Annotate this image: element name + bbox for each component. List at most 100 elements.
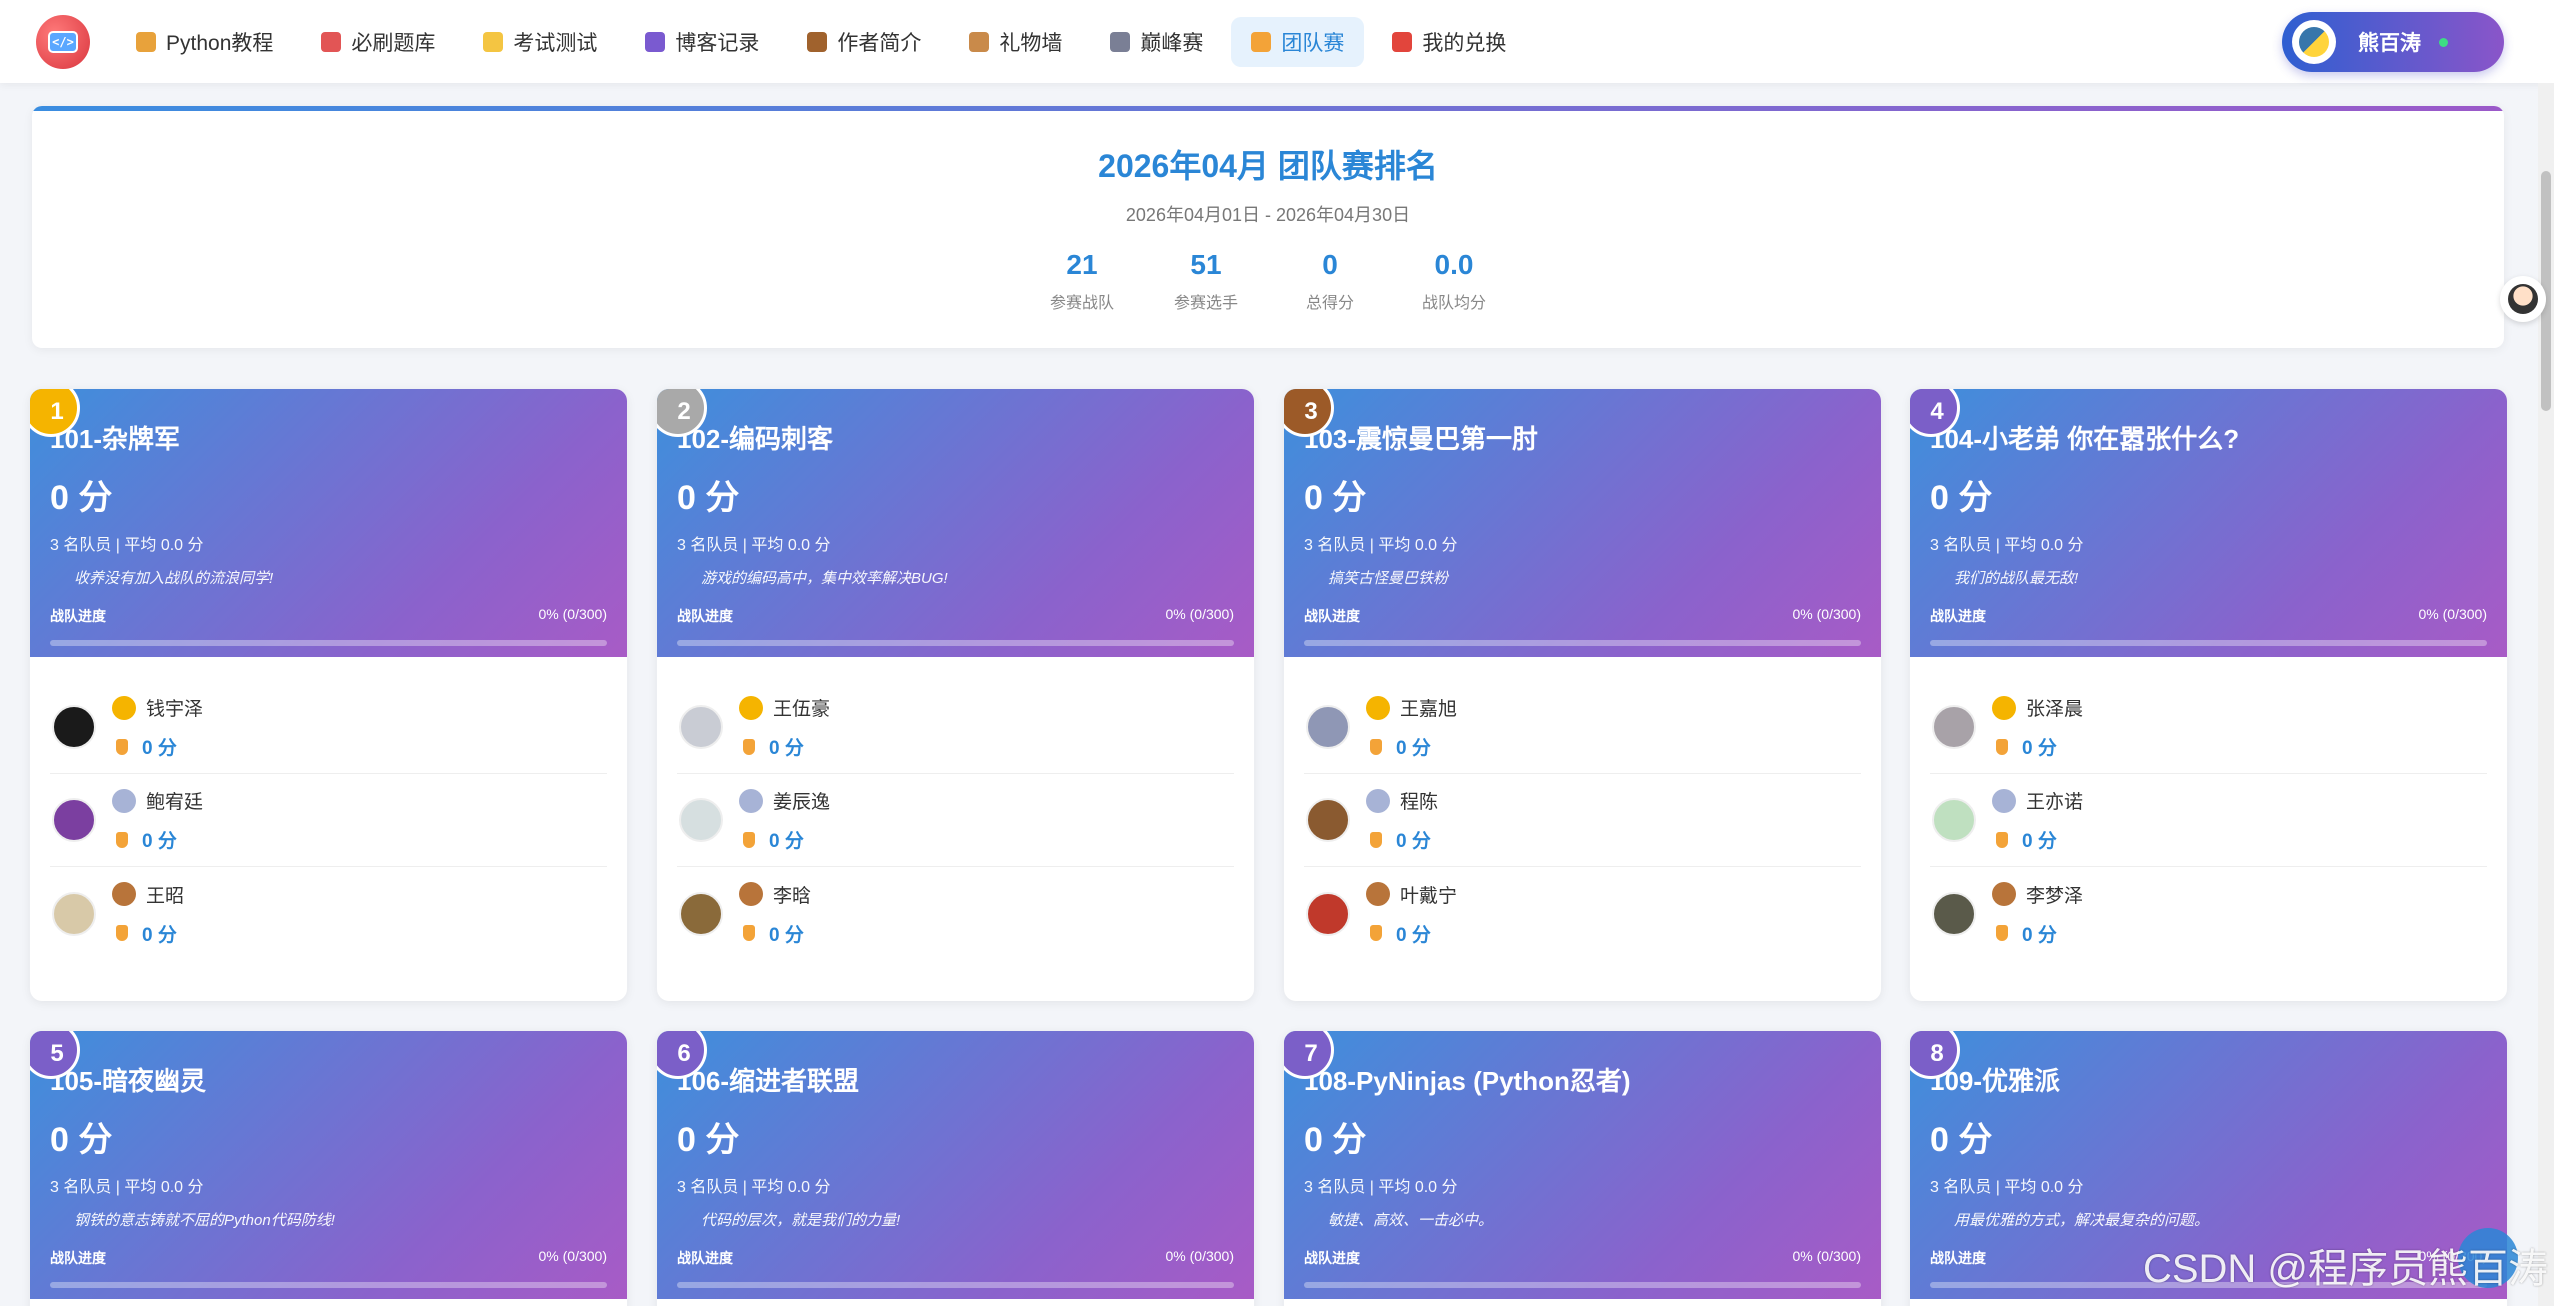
member-score: 0 分 (1396, 924, 1431, 946)
team-meta: 3 名队员 | 平均 0.0 分 (677, 537, 831, 554)
member-score-row: 0 分 (739, 733, 830, 760)
team-card[interactable]: 1 101-杂牌军 0 分3 名队员 | 平均 0.0 分收养没有加入战队的流浪同学… (30, 389, 627, 1001)
avatar (1932, 891, 1976, 936)
member-list: 张泽晨 0 分王亦诺 0 分李梦泽 0 分 (1910, 657, 2507, 980)
member-row[interactable]: 李晗 0 分 (677, 867, 1234, 960)
nav-item-1[interactable]: 必刷题库 (301, 17, 455, 67)
progress-bar (1304, 640, 1861, 646)
member-row[interactable]: 王亦诺 0 分 (1930, 774, 2487, 867)
nav-item-5[interactable]: 礼物墙 (949, 17, 1082, 67)
member-row[interactable]: 张泽晨 0 分 (1930, 681, 2487, 774)
progress-text: 0% (0/300) (1792, 1248, 1861, 1264)
stat-label: 参赛战队 (1049, 295, 1114, 312)
team-score: 0 分 (1930, 479, 1993, 517)
member-row[interactable]: 王伍豪 0 分 (677, 681, 1234, 774)
member-score: 0 分 (142, 738, 177, 759)
nav-item-8[interactable]: 我的兑换 (1372, 17, 1526, 67)
member-row[interactable]: 钱宇泽 0 分 (50, 681, 607, 774)
team-card[interactable]: 7 108-PyNinjas (Python忍者) 0 分3 名队员 | 平均 0.… (1284, 1031, 1881, 1306)
member-score-row: 0 分 (1366, 733, 1457, 760)
member-info: 李晗 0 分 (739, 881, 811, 947)
member-row[interactable]: 王昭 0 分 (50, 867, 607, 960)
nav-item-label: 必刷题库 (351, 31, 436, 55)
avatar (679, 705, 723, 749)
team-name: 104-小老弟 你在嚣张什么? (1930, 424, 2240, 454)
member-name: 鲍宥廷 (146, 792, 204, 813)
member-row[interactable]: 王嘉旭 0 分 (1304, 681, 1861, 774)
team-score: 0 分 (50, 479, 113, 517)
team-card[interactable]: 3 103-震惊曼巴第一肘 0 分3 名队员 | 平均 0.0 分搞笑古怪曼巴铁粉战… (1284, 389, 1881, 1001)
team-meta: 3 名队员 | 平均 0.0 分 (50, 537, 204, 554)
progress-label: 战队进度 (1930, 1250, 1986, 1266)
member-score-row: 0 分 (112, 826, 203, 853)
nav-item-6[interactable]: 巅峰赛 (1090, 17, 1223, 67)
team-score: 0 分 (1304, 1121, 1367, 1159)
crossed-swords-icon (1110, 31, 1131, 52)
avatar (679, 798, 723, 842)
team-card-header: 4 104-小老弟 你在嚣张什么? 0 分3 名队员 | 平均 0.0 分我们的战队… (1910, 389, 2507, 657)
trophy-icon (743, 738, 755, 755)
bronze-medal-icon (1366, 882, 1390, 906)
scroll-icon (136, 31, 156, 52)
team-card[interactable]: 2 102-编码刺客 0 分3 名队员 | 平均 0.0 分游戏的编码高中，集中效率… (657, 389, 1254, 1001)
silver-medal-icon (1992, 788, 2016, 813)
member-name: 王亦诺 (2026, 792, 2084, 813)
member-row[interactable]: 程陈 0 分 (1304, 774, 1861, 867)
trophy-icon (1996, 738, 2008, 755)
member-name: 李梦泽 (2026, 885, 2084, 907)
member-score: 0 分 (769, 924, 804, 946)
page-scrollbar[interactable] (2538, 83, 2554, 1306)
team-slogan: 我们的战队最无敌! (1954, 570, 2079, 587)
member-score-row: 0 分 (739, 826, 830, 853)
member-info: 程陈 0 分 (1366, 787, 1438, 853)
avatar (52, 705, 96, 749)
member-info: 叶戴宁 0 分 (1366, 881, 1457, 947)
top-nav: </> Python教程 必刷题库 考试测试 博客记录 作者简介 礼物墙 巅峰赛 团队赛 我的兑… (0, 0, 2554, 83)
member-score: 0 分 (769, 831, 804, 852)
member-name-row: 鲍宥廷 (112, 787, 203, 814)
assistant-avatar-button[interactable] (2500, 276, 2546, 322)
stat-total-score: 0 总得分 (1268, 249, 1392, 313)
nav-item-0[interactable]: Python教程 (116, 17, 293, 67)
member-score: 0 分 (142, 831, 177, 852)
date-range: 2026年04月01日 - 2026年04月30日 (1125, 205, 1411, 225)
avatar (1932, 705, 1976, 749)
team-card[interactable]: 4 104-小老弟 你在嚣张什么? 0 分3 名队员 | 平均 0.0 分我们的战队… (1910, 389, 2507, 1001)
progress-row: 战队进度 0% (0/300) (677, 1248, 1234, 1268)
avatar (1306, 798, 1350, 842)
user-name: 熊百涛 (2358, 32, 2421, 55)
member-name: 王伍豪 (773, 699, 831, 720)
member-info: 王昭 0 分 (112, 881, 184, 947)
team-card[interactable]: 5 105-暗夜幽灵 0 分3 名队员 | 平均 0.0 分钢铁的意志铸就不屈的Py… (30, 1031, 627, 1306)
team-card[interactable]: 6 106-缩进者联盟 0 分3 名队员 | 平均 0.0 分代码的层次，就是我们的… (657, 1031, 1254, 1306)
nav-item-label: Python教程 (166, 31, 274, 55)
avatar (1306, 891, 1350, 936)
trophy-icon (1996, 831, 2008, 848)
nav-item-label: 博客记录 (675, 31, 760, 55)
sparkle-icon (483, 31, 504, 52)
online-status-icon (2439, 37, 2448, 47)
team-score: 0 分 (1930, 1121, 1993, 1159)
avatar (679, 891, 723, 936)
nav-item-7[interactable]: 团队赛 (1231, 16, 1365, 67)
user-menu-button[interactable]: 熊百涛 (2282, 12, 2504, 72)
nav-item-4[interactable]: 作者简介 (787, 17, 941, 67)
team-card-header: 5 105-暗夜幽灵 0 分3 名队员 | 平均 0.0 分钢铁的意志铸就不屈的Py… (30, 1031, 627, 1299)
site-logo[interactable]: </> (36, 14, 90, 69)
team-name: 108-PyNinjas (Python忍者) (1304, 1066, 1631, 1096)
team-slogan: 敏捷、高效、一击必中。 (1328, 1212, 1494, 1229)
progress-row: 战队进度 0% (0/300) (677, 606, 1234, 626)
nav-item-2[interactable]: 考试测试 (463, 17, 617, 67)
member-row[interactable]: 叶戴宁 0 分 (1304, 867, 1861, 960)
trophy-icon (743, 831, 755, 848)
trophy-icon (1370, 831, 1382, 848)
nav-item-3[interactable]: 博客记录 (625, 17, 779, 67)
progress-label: 战队进度 (677, 1250, 733, 1266)
team-meta: 3 名队员 | 平均 0.0 分 (1304, 1179, 1458, 1196)
trophy-icon (116, 738, 128, 755)
member-row[interactable]: 李梦泽 0 分 (1930, 867, 2487, 960)
package-icon (969, 31, 990, 52)
member-row[interactable]: 鲍宥廷 0 分 (50, 774, 607, 867)
member-row[interactable]: 姜辰逸 0 分 (677, 774, 1234, 867)
gift-icon (1392, 31, 1413, 52)
